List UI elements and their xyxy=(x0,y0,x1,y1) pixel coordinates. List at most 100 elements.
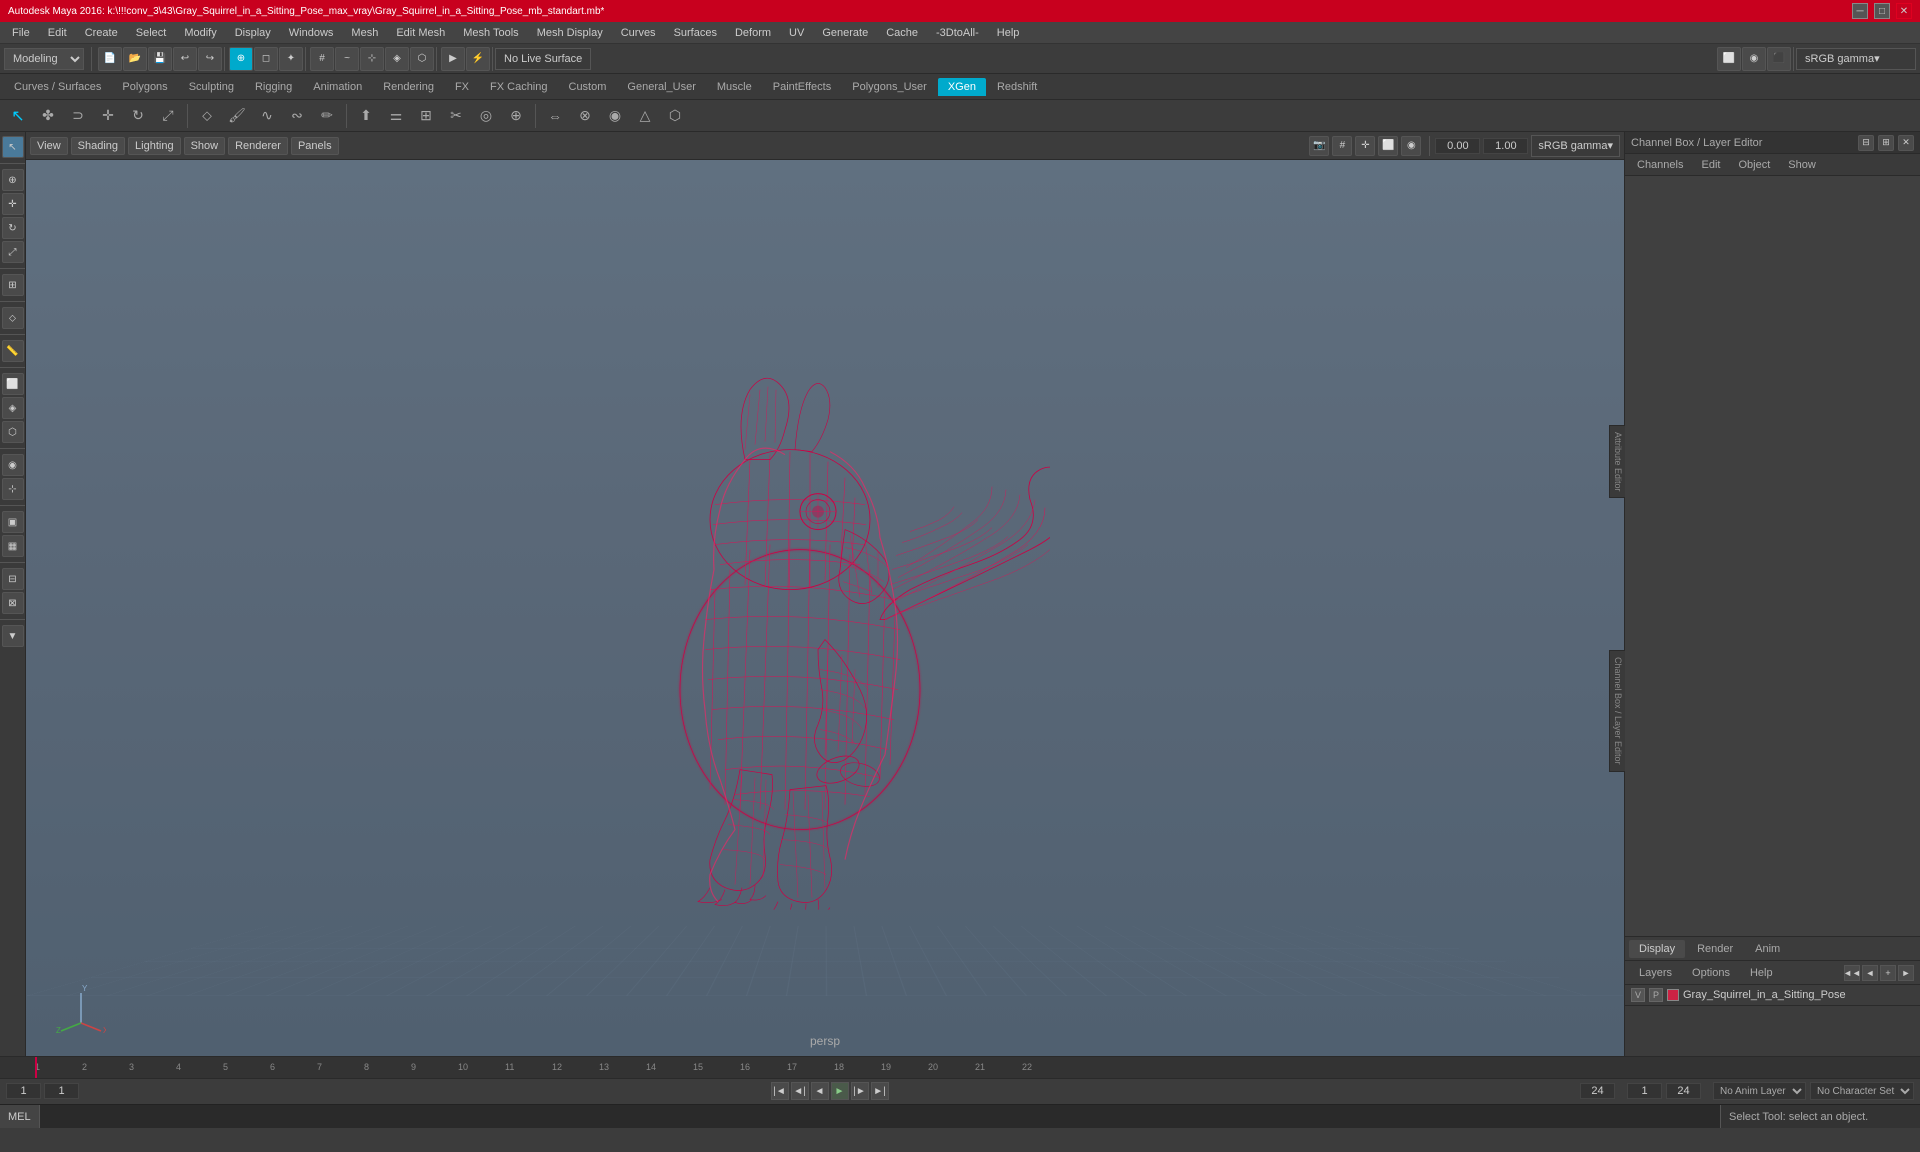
connect-edge-icon[interactable]: ⊕ xyxy=(502,102,530,130)
char-set-select[interactable]: No Character Set xyxy=(1810,1082,1914,1100)
wireframe-btn[interactable]: ⬜ xyxy=(1717,47,1741,71)
tab-paint-effects[interactable]: PaintEffects xyxy=(763,78,842,96)
subtab-layers[interactable]: Layers xyxy=(1631,965,1680,981)
paint-sel-left[interactable]: ⊕ xyxy=(2,169,24,191)
snap-curve-btn[interactable]: ~ xyxy=(335,47,359,71)
menu-create[interactable]: Create xyxy=(77,25,126,41)
tab-curves-surfaces[interactable]: Curves / Surfaces xyxy=(4,78,111,96)
tool1-left[interactable]: ⬜ xyxy=(2,373,24,395)
show-manip-left[interactable]: ⊞ xyxy=(2,274,24,296)
minimize-button[interactable]: ─ xyxy=(1852,3,1868,19)
rotate-tool-icon[interactable]: ↻ xyxy=(124,102,152,130)
tool10-left[interactable]: ▼ xyxy=(2,625,24,647)
tab-rigging[interactable]: Rigging xyxy=(245,78,302,96)
range-start-input[interactable] xyxy=(1627,1083,1662,1099)
tab-anim[interactable]: Anim xyxy=(1745,940,1790,958)
soft-mod-left[interactable]: ⬦ xyxy=(2,307,24,329)
attribute-editor-tab[interactable]: Attribute Editor xyxy=(1609,425,1625,499)
cut-icon[interactable]: ✂ xyxy=(442,102,470,130)
select-tool-icon[interactable]: ↖ xyxy=(4,102,32,130)
cb-icon3[interactable]: ✕ xyxy=(1898,135,1914,151)
menu-file[interactable]: File xyxy=(4,25,38,41)
append-icon[interactable]: ⊞ xyxy=(412,102,440,130)
ep-curve-icon[interactable]: ∾ xyxy=(283,102,311,130)
subtab-options[interactable]: Options xyxy=(1684,965,1738,981)
tab-render[interactable]: Render xyxy=(1687,940,1743,958)
current-frame-input[interactable] xyxy=(44,1083,79,1099)
play-back-btn[interactable]: ◄ xyxy=(811,1082,829,1100)
viewport-shading-menu[interactable]: Shading xyxy=(71,137,125,155)
step-back-btn[interactable]: ◄| xyxy=(791,1082,809,1100)
reduce-icon[interactable]: △ xyxy=(631,102,659,130)
tool3-left[interactable]: ⬡ xyxy=(2,421,24,443)
menu-3dto[interactable]: -3DtoAll- xyxy=(928,25,987,41)
new-scene-btn[interactable]: 📄 xyxy=(98,47,122,71)
menu-help[interactable]: Help xyxy=(989,25,1028,41)
step-forward-btn[interactable]: |► xyxy=(851,1082,869,1100)
sculpt-icon[interactable]: 🖌 xyxy=(223,102,251,130)
maximize-button[interactable]: □ xyxy=(1874,3,1890,19)
anim-layer-select[interactable]: No Anim Layer xyxy=(1713,1082,1806,1100)
vp-manip-btn[interactable]: ✛ xyxy=(1355,136,1375,156)
tab-fx[interactable]: FX xyxy=(445,78,479,96)
play-forward-btn[interactable]: ► xyxy=(831,1082,849,1100)
layer-playback-btn[interactable]: P xyxy=(1649,988,1663,1002)
tool2-left[interactable]: ◈ xyxy=(2,397,24,419)
layer-prev-btn[interactable]: ◄◄ xyxy=(1844,965,1860,981)
menu-curves[interactable]: Curves xyxy=(613,25,664,41)
move-tool-icon[interactable]: ✛ xyxy=(94,102,122,130)
mel-input[interactable] xyxy=(40,1105,1720,1128)
lasso-btn[interactable]: ◻ xyxy=(254,47,278,71)
start-frame-input[interactable] xyxy=(6,1083,41,1099)
ipr-btn[interactable]: ⚡ xyxy=(466,47,490,71)
render-btn[interactable]: ▶ xyxy=(441,47,465,71)
tab-rendering[interactable]: Rendering xyxy=(373,78,444,96)
tool5-left[interactable]: ⊹ xyxy=(2,478,24,500)
snap-surface-btn[interactable]: ⬡ xyxy=(410,47,434,71)
measure-left[interactable]: 📏 xyxy=(2,340,24,362)
tab-muscle[interactable]: Muscle xyxy=(707,78,762,96)
menu-select[interactable]: Select xyxy=(128,25,175,41)
menu-surfaces[interactable]: Surfaces xyxy=(666,25,725,41)
snap-point-btn[interactable]: ⊹ xyxy=(360,47,384,71)
menu-mesh[interactable]: Mesh xyxy=(343,25,386,41)
menu-display[interactable]: Display xyxy=(227,25,279,41)
tab-redshift[interactable]: Redshift xyxy=(987,78,1047,96)
smooth-btn[interactable]: ◉ xyxy=(1742,47,1766,71)
pencil-icon[interactable]: ✏ xyxy=(313,102,341,130)
viewport-lighting-menu[interactable]: Lighting xyxy=(128,137,181,155)
goto-end-btn[interactable]: ►| xyxy=(871,1082,889,1100)
menu-generate[interactable]: Generate xyxy=(814,25,876,41)
range-end-input[interactable] xyxy=(1666,1083,1701,1099)
snap-view-btn[interactable]: ◈ xyxy=(385,47,409,71)
menu-edit-mesh[interactable]: Edit Mesh xyxy=(388,25,453,41)
paint-sel-btn[interactable]: ✦ xyxy=(279,47,303,71)
tab-channels[interactable]: Channels xyxy=(1629,157,1691,173)
layer-add-btn[interactable]: + xyxy=(1880,965,1896,981)
remesh-icon[interactable]: ⬡ xyxy=(661,102,689,130)
texture-btn[interactable]: ⬛ xyxy=(1767,47,1791,71)
tool4-left[interactable]: ◉ xyxy=(2,454,24,476)
viewport-canvas[interactable]: persp Y X Z xyxy=(26,160,1624,1056)
paint-select-icon[interactable]: ✤ xyxy=(34,102,62,130)
cv-curve-icon[interactable]: ∿ xyxy=(253,102,281,130)
layer-next-btn[interactable]: ► xyxy=(1898,965,1914,981)
vp-camera-btn[interactable]: 📷 xyxy=(1309,136,1329,156)
goto-start-btn[interactable]: |◄ xyxy=(771,1082,789,1100)
booleans-icon[interactable]: ⊗ xyxy=(571,102,599,130)
select-mode-left[interactable]: ↖ xyxy=(2,136,24,158)
subtab-help[interactable]: Help xyxy=(1742,965,1781,981)
layer-prev2-btn[interactable]: ◄ xyxy=(1862,965,1878,981)
mirror-icon[interactable]: ⇔ xyxy=(541,102,569,130)
tool9-left[interactable]: ⊠ xyxy=(2,592,24,614)
close-button[interactable]: ✕ xyxy=(1896,3,1912,19)
undo-btn[interactable]: ↩ xyxy=(173,47,197,71)
viewport-renderer-menu[interactable]: Renderer xyxy=(228,137,288,155)
tab-fx-caching[interactable]: FX Caching xyxy=(480,78,557,96)
menu-windows[interactable]: Windows xyxy=(281,25,342,41)
menu-uv[interactable]: UV xyxy=(781,25,812,41)
tab-animation[interactable]: Animation xyxy=(303,78,372,96)
viewport-show-menu[interactable]: Show xyxy=(184,137,226,155)
target-weld-icon[interactable]: ◎ xyxy=(472,102,500,130)
tab-edit[interactable]: Edit xyxy=(1693,157,1728,173)
